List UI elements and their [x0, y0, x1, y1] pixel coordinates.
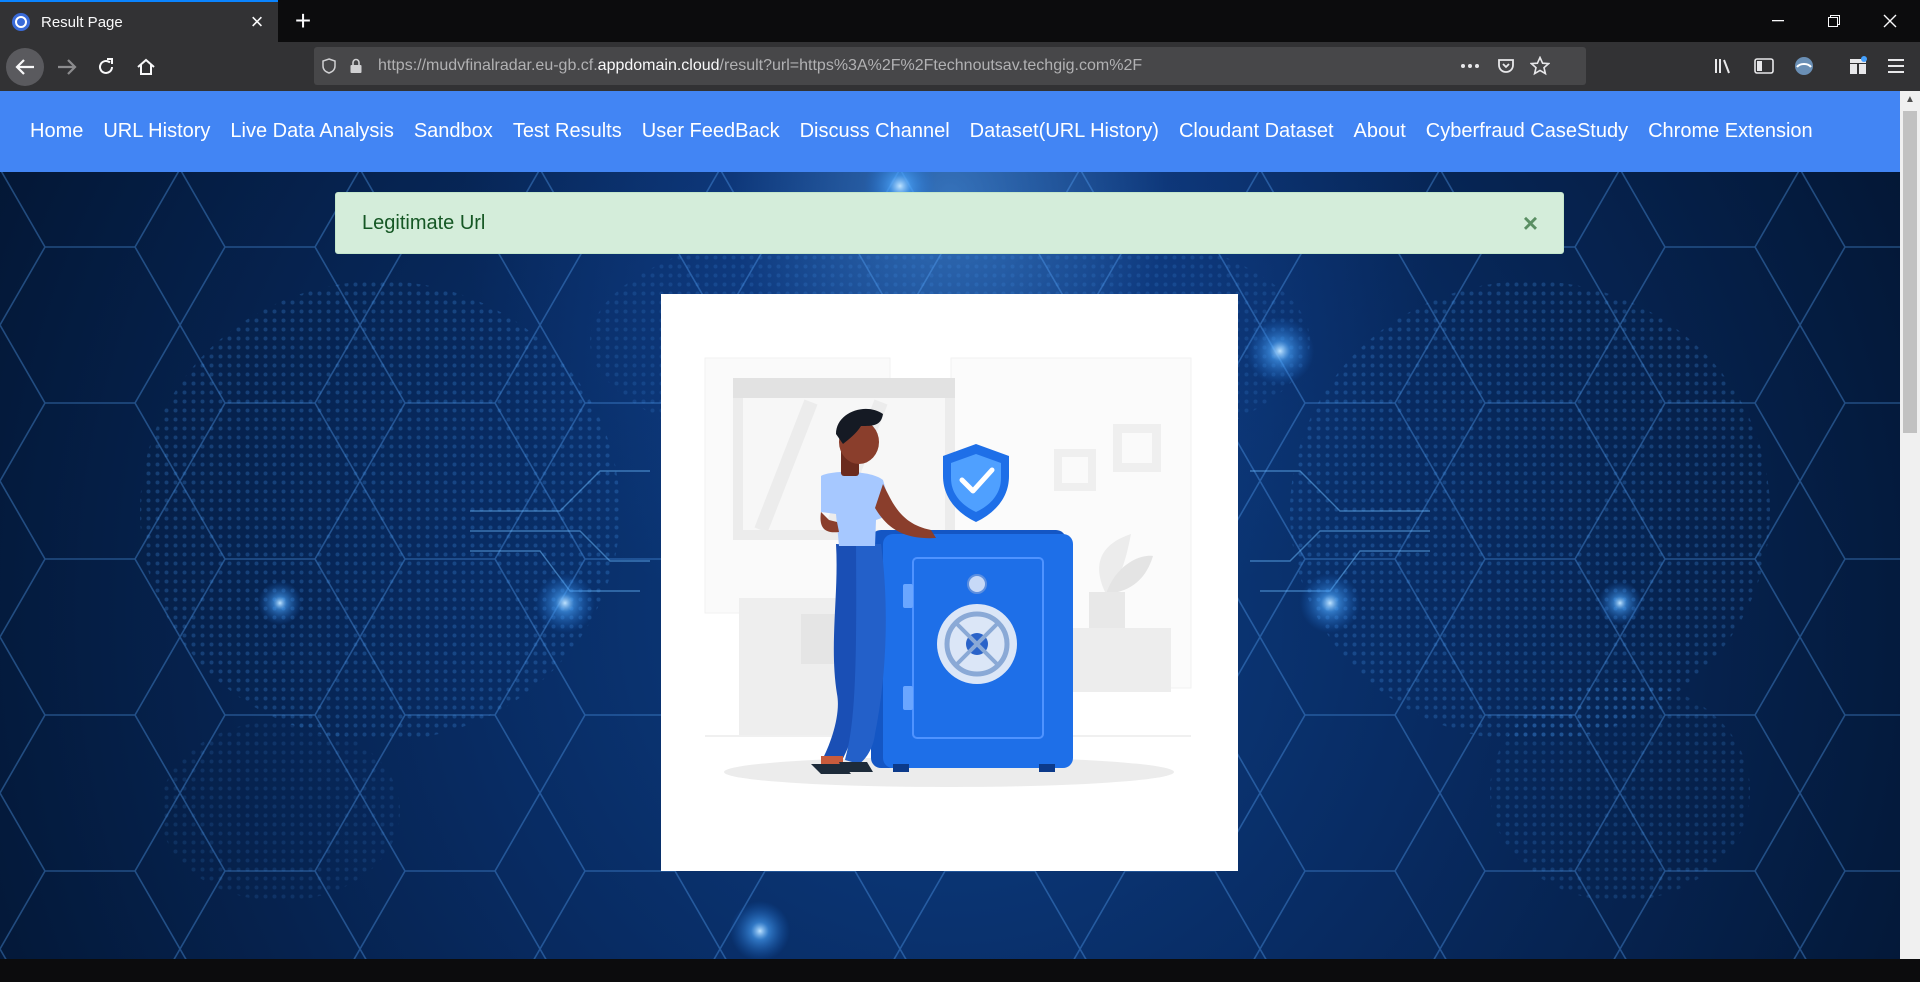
library-icon[interactable] [1706, 48, 1742, 84]
extensions-icon[interactable] [1840, 48, 1876, 84]
safe-vault-illustration [704, 357, 1192, 787]
new-tab-button[interactable]: + [286, 4, 320, 38]
tab-close-icon[interactable]: × [242, 11, 272, 33]
alert-message: Legitimate Url [362, 211, 486, 234]
arrow-left-icon [15, 59, 34, 75]
active-tab[interactable]: Result Page × [0, 0, 278, 42]
nav-about[interactable]: About [1354, 120, 1406, 143]
home-button[interactable] [127, 48, 165, 86]
nav-cloudant-dataset[interactable]: Cloudant Dataset [1179, 120, 1334, 143]
bookmark-star-icon[interactable] [1522, 48, 1558, 84]
nav-test-results[interactable]: Test Results [513, 120, 622, 143]
nav-chrome-extension[interactable]: Chrome Extension [1648, 120, 1813, 143]
tracking-shield-icon[interactable] [314, 58, 344, 74]
nav-discuss-channel[interactable]: Discuss Channel [800, 120, 950, 143]
pocket-icon[interactable] [1488, 48, 1524, 84]
minimize-button[interactable] [1750, 0, 1806, 42]
nav-sandbox[interactable]: Sandbox [414, 120, 493, 143]
nav-live-data-analysis[interactable]: Live Data Analysis [230, 120, 393, 143]
more-dots-icon[interactable] [1452, 48, 1488, 84]
scroll-up-arrow-icon[interactable]: ▲ [1900, 91, 1920, 109]
result-alert: Legitimate Url × [335, 192, 1564, 254]
reload-button[interactable] [87, 48, 125, 86]
nav-dataset-url-history[interactable]: Dataset(URL History) [970, 120, 1159, 143]
scroll-thumb[interactable] [1903, 111, 1917, 433]
nav-url-history[interactable]: URL History [103, 120, 210, 143]
forward-button[interactable] [48, 48, 86, 86]
lock-icon[interactable] [344, 58, 368, 74]
arrow-right-icon [58, 59, 77, 75]
close-icon[interactable]: × [1523, 210, 1538, 236]
sidebar-icon[interactable] [1746, 48, 1782, 84]
tab-favicon-icon [12, 13, 30, 31]
url-text[interactable]: https://mudvfinalradar.eu-gb.cf.appdomai… [378, 57, 1142, 75]
tab-title: Result Page [41, 13, 123, 31]
url-bar[interactable]: https://mudvfinalradar.eu-gb.cf.appdomai… [314, 47, 1586, 85]
url-prefix: https://mudvfinalradar.eu-gb.cf. [378, 57, 598, 74]
result-illustration-card [661, 294, 1238, 871]
page-scrollbar[interactable]: ▲ [1900, 91, 1920, 959]
tab-strip: Result Page × + [0, 0, 1920, 42]
reload-icon [99, 58, 113, 74]
home-icon [137, 58, 155, 75]
nav-cyberfraud-casestudy[interactable]: Cyberfraud CaseStudy [1426, 120, 1628, 143]
restore-button[interactable] [1806, 0, 1862, 42]
account-icon[interactable] [1786, 48, 1822, 84]
nav-user-feedback[interactable]: User FeedBack [642, 120, 780, 143]
hamburger-menu-icon[interactable] [1878, 48, 1914, 84]
url-suffix: /result?url=https%3A%2F%2Ftechnoutsav.te… [719, 57, 1143, 74]
url-domain: appdomain.cloud [597, 57, 720, 74]
nav-home[interactable]: Home [30, 120, 83, 143]
window-bottom-edge [0, 959, 1920, 982]
browser-toolbar: https://mudvfinalradar.eu-gb.cf.appdomai… [0, 42, 1920, 91]
page-content: Home URL History Live Data Analysis Sand… [0, 91, 1900, 959]
site-navbar: Home URL History Live Data Analysis Sand… [0, 91, 1900, 172]
window-close-button[interactable] [1862, 0, 1918, 42]
back-button[interactable] [6, 48, 44, 86]
